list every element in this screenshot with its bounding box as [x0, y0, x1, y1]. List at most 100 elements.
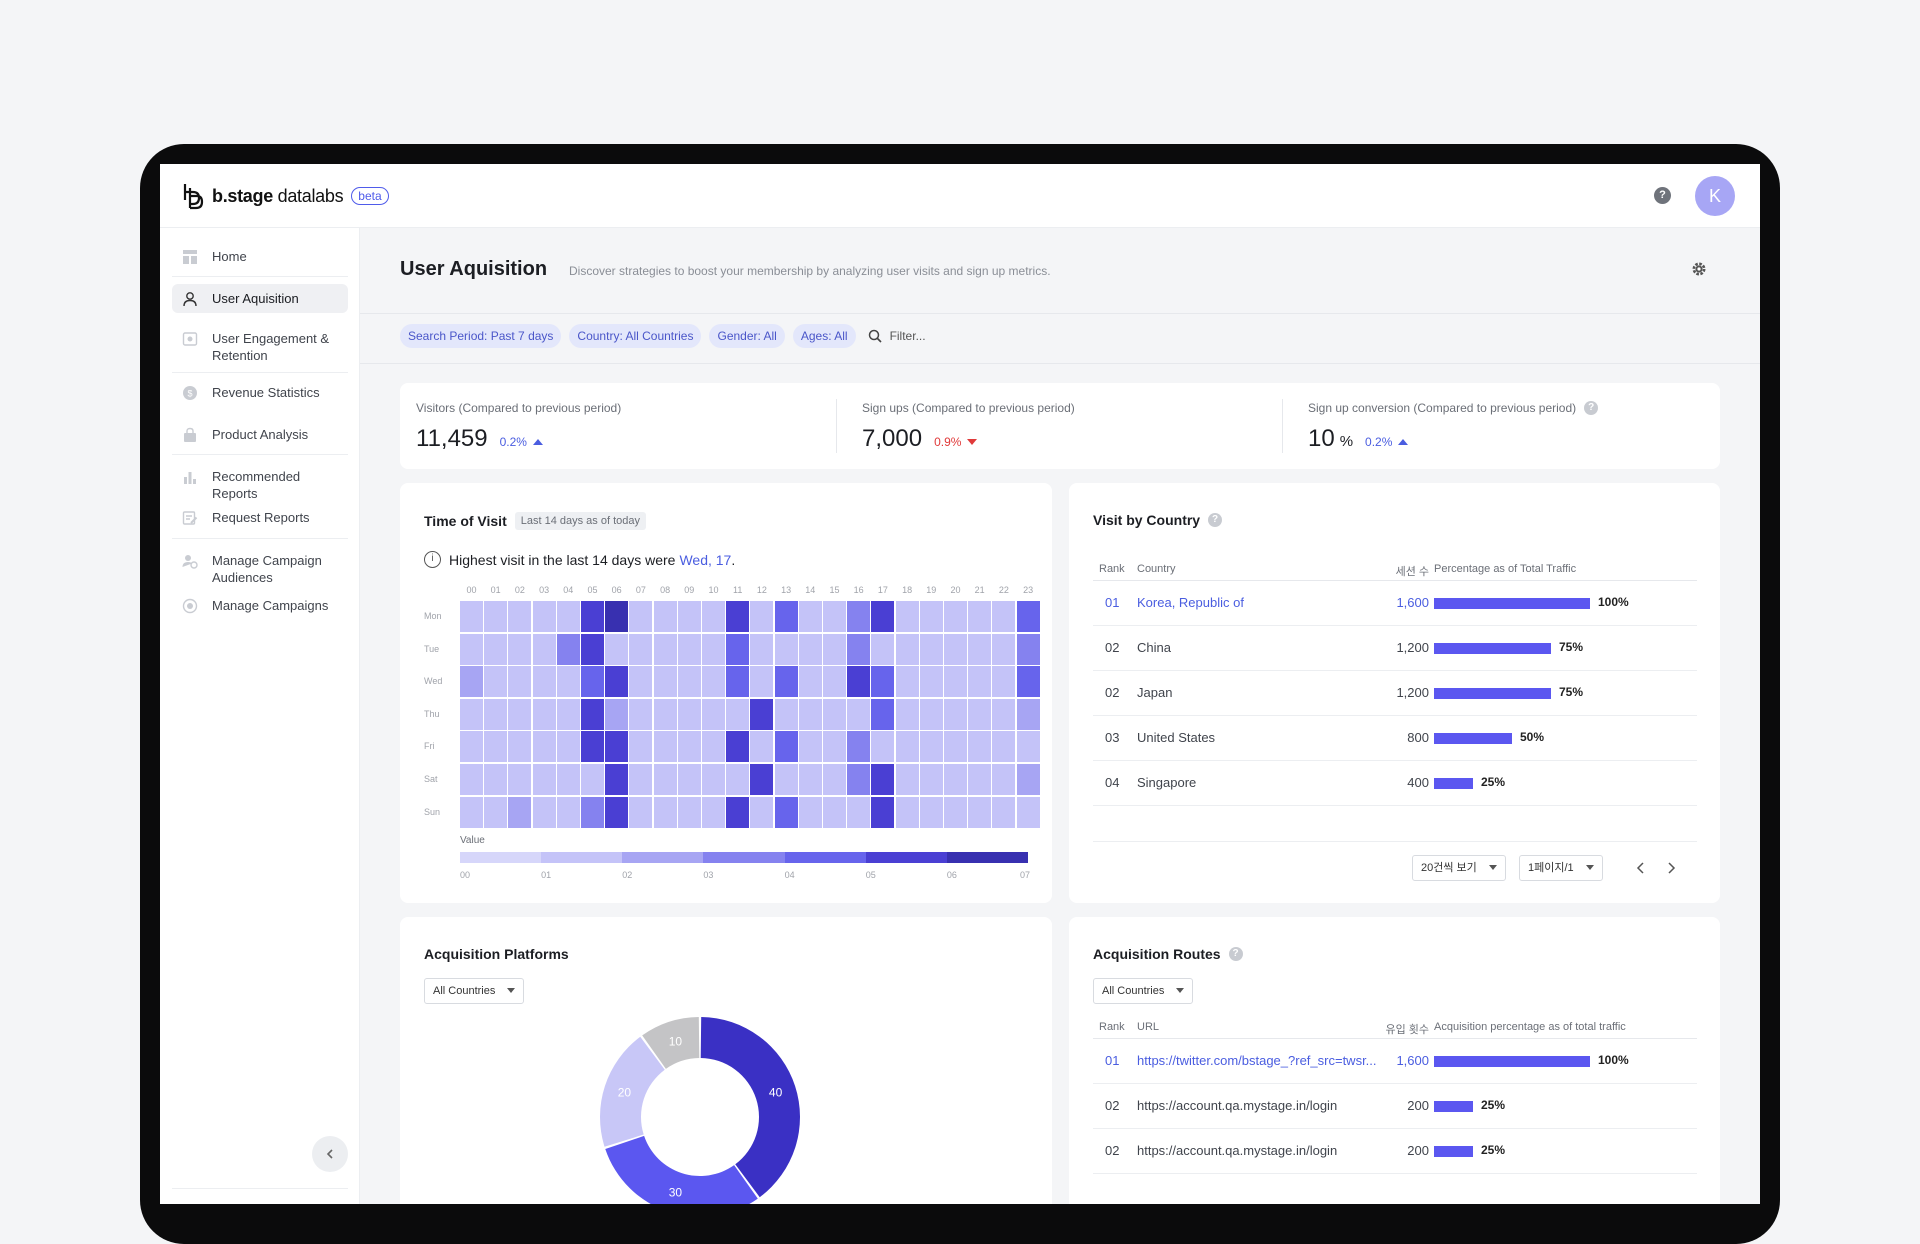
heatmap-cell[interactable]	[605, 633, 629, 665]
heatmap-cell[interactable]	[847, 731, 871, 763]
heatmap-cell[interactable]	[532, 731, 556, 763]
heatmap-cell[interactable]	[726, 731, 750, 763]
heatmap-cell[interactable]	[653, 633, 677, 665]
heatmap-cell[interactable]	[460, 764, 483, 795]
chevron-left-icon[interactable]	[1636, 862, 1646, 874]
page-size-select[interactable]: 20건씩 보기	[1412, 855, 1506, 881]
heatmap-cell[interactable]	[532, 796, 556, 828]
heatmap-cell[interactable]	[944, 731, 967, 763]
filter-chip-country[interactable]: Country: All Countries	[569, 324, 702, 348]
table-row[interactable]: 02 China 1,200 75%	[1093, 626, 1697, 671]
sidebar-item-product-analysis[interactable]: Product Analysis	[172, 420, 348, 449]
heatmap-cell[interactable]	[823, 731, 846, 763]
heatmap-cell[interactable]	[750, 796, 774, 828]
heatmap-cell[interactable]	[823, 796, 846, 828]
heatmap-cell[interactable]	[871, 764, 895, 795]
heatmap-cell[interactable]	[798, 633, 822, 665]
heatmap-cell[interactable]	[581, 764, 604, 795]
heatmap-cell[interactable]	[992, 796, 1016, 828]
heatmap-cell[interactable]	[871, 731, 895, 763]
heatmap-cell[interactable]	[1016, 633, 1040, 665]
heatmap-cell[interactable]	[484, 633, 508, 665]
heatmap-cell[interactable]	[677, 666, 701, 698]
heatmap-cell[interactable]	[1016, 764, 1040, 795]
heatmap-cell[interactable]	[605, 601, 629, 632]
heatmap-cell[interactable]	[726, 601, 750, 632]
heatmap-cell[interactable]	[1016, 666, 1040, 698]
heatmap-cell[interactable]	[919, 633, 943, 665]
heatmap-cell[interactable]	[726, 698, 750, 730]
heatmap-cell[interactable]	[653, 731, 677, 763]
heatmap-cell[interactable]	[581, 666, 604, 698]
heatmap-cell[interactable]	[823, 601, 846, 632]
heatmap-cell[interactable]	[508, 666, 532, 698]
help-icon[interactable]: ?	[1208, 513, 1223, 527]
heatmap-cell[interactable]	[532, 698, 556, 730]
heatmap-cell[interactable]	[556, 698, 580, 730]
heatmap-cell[interactable]	[629, 731, 653, 763]
heatmap-cell[interactable]	[823, 698, 846, 730]
url-cell[interactable]: https://twitter.com/bstage_?ref_src=twsr…	[1137, 1053, 1377, 1068]
heatmap-cell[interactable]	[581, 796, 604, 828]
heatmap-cell[interactable]	[919, 731, 943, 763]
heatmap-cell[interactable]	[774, 666, 798, 698]
heatmap-cell[interactable]	[629, 601, 653, 632]
country-select[interactable]: All Countries	[424, 978, 525, 1004]
heatmap-cell[interactable]	[944, 601, 967, 632]
heatmap-cell[interactable]	[556, 633, 580, 665]
heatmap-cell[interactable]	[629, 633, 653, 665]
highlight-value[interactable]: Wed, 17	[679, 552, 731, 568]
heatmap-cell[interactable]	[871, 601, 895, 632]
heatmap-cell[interactable]	[532, 764, 556, 795]
heatmap-cell[interactable]	[653, 666, 677, 698]
heatmap-cell[interactable]	[895, 698, 919, 730]
heatmap-cell[interactable]	[895, 731, 919, 763]
heatmap-cell[interactable]	[556, 666, 580, 698]
heatmap-cell[interactable]	[508, 633, 532, 665]
heatmap-cell[interactable]	[556, 601, 580, 632]
heatmap-cell[interactable]	[508, 698, 532, 730]
heatmap-cell[interactable]	[895, 764, 919, 795]
heatmap-cell[interactable]	[774, 731, 798, 763]
heatmap-cell[interactable]	[581, 601, 604, 632]
heatmap-cell[interactable]	[629, 796, 653, 828]
heatmap-cell[interactable]	[774, 601, 798, 632]
heatmap-cell[interactable]	[484, 796, 508, 828]
heatmap-cell[interactable]	[798, 731, 822, 763]
logo[interactable]: b.stage datalabs beta	[182, 182, 389, 210]
heatmap-cell[interactable]	[798, 796, 822, 828]
heatmap-cell[interactable]	[605, 698, 629, 730]
heatmap-cell[interactable]	[871, 666, 895, 698]
heatmap-cell[interactable]	[750, 764, 774, 795]
heatmap-cell[interactable]	[508, 601, 532, 632]
heatmap-cell[interactable]	[968, 731, 992, 763]
heatmap-cell[interactable]	[702, 633, 725, 665]
heatmap-cell[interactable]	[798, 666, 822, 698]
heatmap-cell[interactable]	[798, 601, 822, 632]
heatmap-cell[interactable]	[556, 764, 580, 795]
heatmap-cell[interactable]	[871, 796, 895, 828]
sidebar-item-campaigns[interactable]: Manage Campaigns	[172, 591, 348, 620]
gear-icon[interactable]	[1690, 260, 1708, 278]
heatmap-cell[interactable]	[556, 731, 580, 763]
heatmap-cell[interactable]	[460, 601, 483, 632]
heatmap-cell[interactable]	[556, 796, 580, 828]
country-select[interactable]: All Countries	[1093, 978, 1194, 1004]
heatmap-cell[interactable]	[798, 698, 822, 730]
heatmap-cell[interactable]	[484, 666, 508, 698]
sidebar-item-user-aquisition[interactable]: User Aquisition	[172, 284, 348, 313]
heatmap-cell[interactable]	[847, 764, 871, 795]
heatmap-cell[interactable]	[750, 666, 774, 698]
filter-search-input[interactable]: Filter...	[890, 329, 926, 343]
heatmap-cell[interactable]	[871, 633, 895, 665]
heatmap-cell[interactable]	[968, 601, 992, 632]
heatmap-cell[interactable]	[944, 666, 967, 698]
heatmap-cell[interactable]	[968, 666, 992, 698]
heatmap-cell[interactable]	[919, 601, 943, 632]
heatmap-cell[interactable]	[774, 796, 798, 828]
heatmap-cell[interactable]	[944, 796, 967, 828]
heatmap-cell[interactable]	[677, 633, 701, 665]
table-row[interactable]: 02 https://account.qa.mystage.in/login 200…	[1093, 1129, 1697, 1174]
table-row[interactable]: 01 Korea, Republic of 1,600 100%	[1093, 581, 1697, 626]
donut-slice[interactable]	[700, 1017, 800, 1198]
